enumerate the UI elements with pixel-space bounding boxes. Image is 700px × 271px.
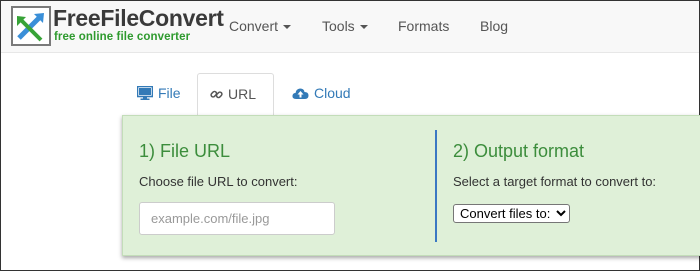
tab-file[interactable]: File bbox=[125, 73, 193, 116]
nav-blog-label: Blog bbox=[480, 18, 509, 34]
section-divider bbox=[435, 130, 437, 242]
nav-convert[interactable]: Convert bbox=[229, 18, 292, 34]
file-url-title: 1) File URL bbox=[139, 141, 231, 161]
nav-tools[interactable]: Tools bbox=[322, 18, 368, 34]
file-url-label: Choose file URL to convert: bbox=[139, 174, 298, 189]
file-url-input[interactable] bbox=[139, 202, 335, 235]
nav-tools-label: Tools bbox=[322, 18, 355, 34]
tab-url-label: URL bbox=[228, 86, 257, 102]
nav-formats[interactable]: Formats bbox=[398, 18, 449, 34]
tab-cloud[interactable]: Cloud bbox=[280, 73, 363, 116]
output-format-label: Select a target format to convert to: bbox=[453, 174, 657, 189]
output-format-title: 2) Output format bbox=[453, 141, 585, 161]
monitor-icon bbox=[137, 86, 153, 100]
tab-file-label: File bbox=[158, 85, 181, 101]
link-icon bbox=[210, 90, 223, 99]
cloud-upload-icon bbox=[292, 88, 309, 99]
chevron-down-icon bbox=[283, 25, 292, 30]
nav-formats-label: Formats bbox=[398, 18, 450, 34]
brand-title[interactable]: FreeFileConvert bbox=[53, 5, 224, 32]
brand-tagline: free online file converter bbox=[54, 31, 191, 43]
nav-blog[interactable]: Blog bbox=[480, 18, 508, 34]
output-format-select[interactable]: Convert files to: bbox=[453, 204, 570, 223]
chevron-down-icon bbox=[359, 25, 368, 30]
nav-convert-label: Convert bbox=[229, 18, 279, 34]
logo-icon[interactable] bbox=[11, 6, 51, 46]
url-convert-panel: 1) File URL Choose file URL to convert: … bbox=[122, 115, 700, 256]
tab-cloud-label: Cloud bbox=[314, 85, 351, 101]
tab-url[interactable]: URL bbox=[197, 73, 274, 116]
top-navbar: FreeFileConvert free online file convert… bbox=[1, 1, 699, 53]
